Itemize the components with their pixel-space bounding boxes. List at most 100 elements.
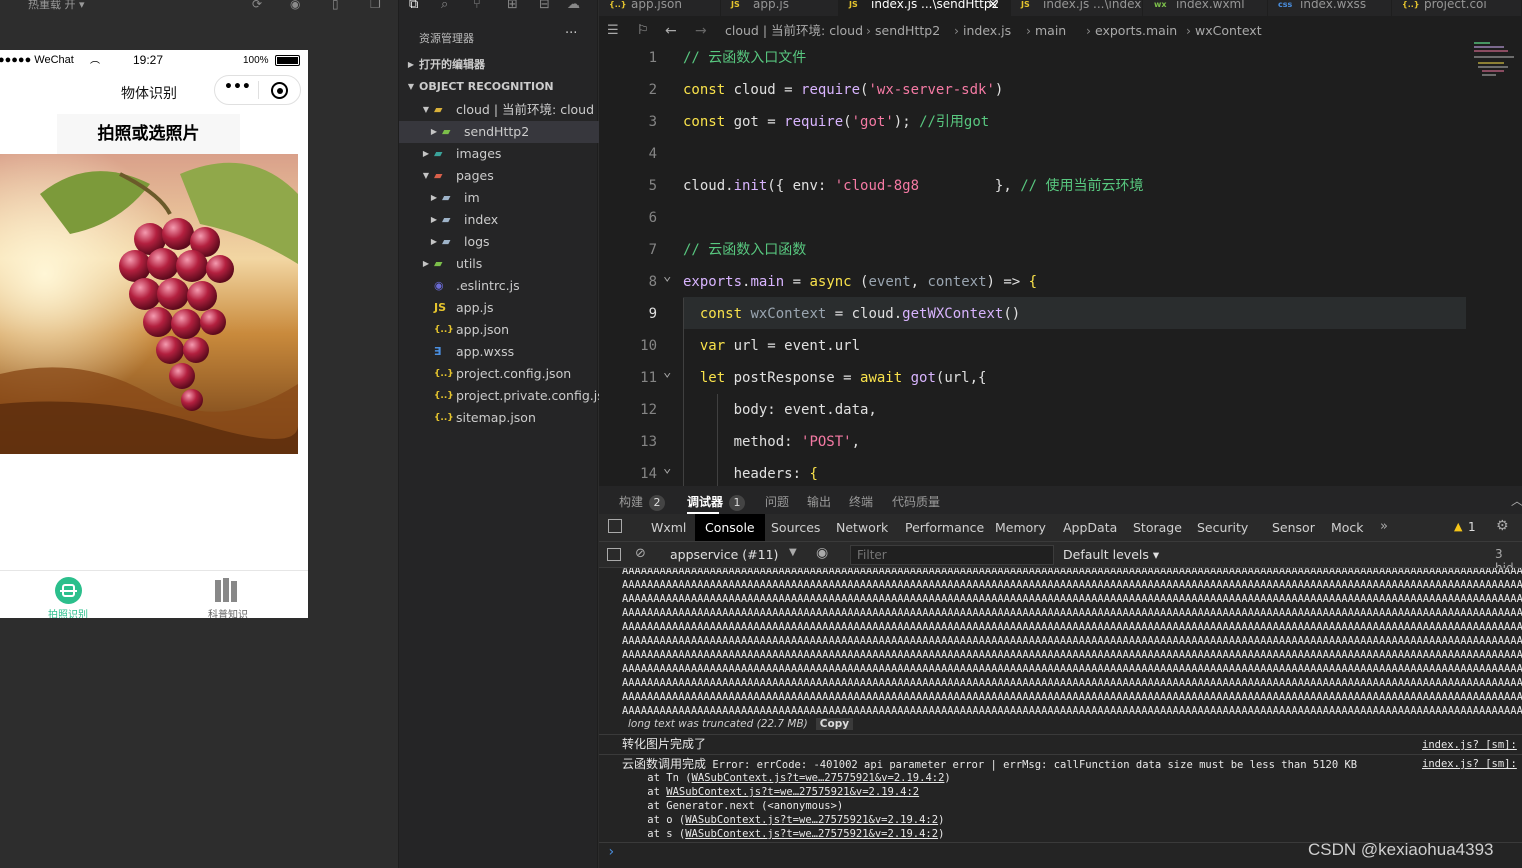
stack-link[interactable]: WASubContext.js?t=we…27575921&v=2.19.4:2 (685, 814, 938, 826)
chevron-right-icon[interactable]: ▶ (429, 187, 439, 209)
chevron-down-icon[interactable]: ▼ (421, 165, 431, 187)
stack-link[interactable]: WASubContext.js?t=we…27575921&v=2.19.4:2 (685, 828, 938, 840)
editor-tab[interactable]: JS app.js (721, 0, 839, 16)
editor-tab[interactable]: {..} project.coi (1392, 0, 1522, 16)
breadcrumb-item[interactable]: sendHttp2 (875, 19, 940, 43)
code-line[interactable]: 11 let postResponse = await got(url,{⌄ (599, 362, 1522, 394)
window-icon[interactable]: ❐ (370, 0, 384, 11)
editor-tab[interactable]: JS index.js ...\index (1011, 0, 1143, 16)
fold-chevron-icon[interactable]: ⌄ (663, 260, 671, 292)
chevron-right-icon[interactable]: ▶ (429, 121, 439, 143)
folder-item[interactable]: ▶ ▰ utils (399, 253, 599, 275)
stack-link[interactable]: WASubContext.js?t=we…27575921&v=2.19.4:2 (692, 772, 945, 784)
debug-icon[interactable]: ⊟ (539, 0, 550, 12)
open-editors-section[interactable]: ▶ 打开的编辑器 (399, 54, 599, 76)
devtools-tab-storage[interactable]: Storage (1133, 514, 1182, 541)
folder-item[interactable]: ▼ ▰ pages (399, 165, 599, 187)
more-tabs-icon[interactable]: » (1380, 519, 1388, 534)
devtools-tab-sensor[interactable]: Sensor (1272, 514, 1315, 541)
sidebar-toggle-icon[interactable] (607, 548, 621, 561)
clear-console-icon[interactable]: ⊘ (635, 546, 646, 561)
editor-tab[interactable]: wx index.wxml (1144, 0, 1268, 16)
code-line[interactable]: 3 const got = require('got'); //引用got (599, 106, 1522, 138)
folder-item[interactable]: ▼ ▰ cloud | 当前环境: cloud (399, 99, 599, 121)
search-icon[interactable]: ⌕ (441, 0, 448, 12)
source-link[interactable]: index.js? [sm]: (1422, 738, 1517, 752)
stack-link[interactable]: WASubContext.js?t=we…27575921&v=2.19.4:2 (666, 786, 919, 798)
folder-item[interactable]: ▶ ▰ index (399, 209, 599, 231)
devtools-tab-appdata[interactable]: AppData (1063, 514, 1117, 541)
folder-item[interactable]: ▶ ▰ sendHttp2 (399, 121, 599, 143)
more-actions-icon[interactable]: ··· (565, 26, 577, 41)
chevron-down-icon[interactable]: ▼ (789, 547, 797, 558)
chevron-down-icon[interactable]: ▼ (421, 99, 431, 121)
file-item[interactable]: ∃ app.wxss (399, 341, 599, 363)
chevron-right-icon[interactable]: ▶ (429, 231, 439, 253)
close-icon[interactable]: ✕ (988, 0, 998, 10)
cloud-icon[interactable]: ☁ (567, 0, 580, 12)
console-prompt[interactable]: › (607, 845, 615, 859)
breadcrumb-item[interactable]: index.js (963, 19, 1011, 43)
devtools-tab-console[interactable]: Console (695, 514, 765, 541)
copy-button[interactable]: Copy (815, 718, 854, 730)
file-item[interactable]: ◉ .eslintrc.js (399, 275, 599, 297)
devtools-tab-performance[interactable]: Performance (905, 514, 984, 541)
devtools-tab-sources[interactable]: Sources (771, 514, 820, 541)
project-section[interactable]: ▼ OBJECT RECOGNITION (399, 76, 599, 98)
log-levels-dropdown[interactable]: Default levels ▾ (1063, 547, 1159, 562)
code-line[interactable]: 10 var url = event.url (599, 330, 1522, 362)
chevron-right-icon[interactable]: ▶ (421, 253, 431, 275)
file-item[interactable]: JS app.js (399, 297, 599, 319)
editor-tab[interactable]: JS index.js ...\sendHttp2 ✕ (839, 0, 1011, 16)
warning-icon[interactable]: ▲ (1454, 520, 1462, 533)
hot-reload-toggle[interactable]: 热重载 开 ▾ (28, 0, 85, 12)
devtools-tab-mock[interactable]: Mock (1331, 514, 1364, 541)
back-icon[interactable]: ← (665, 19, 677, 43)
editor-tab[interactable]: {..} app.json (599, 0, 721, 16)
tab-science-knowledge[interactable]: 科普知识 (155, 571, 305, 618)
more-icon[interactable]: ••• (224, 79, 251, 95)
context-selector[interactable]: appservice (#11) (670, 547, 778, 562)
panel-tab[interactable]: 构建 2 (619, 493, 666, 511)
devtools-tab-wxml[interactable]: Wxml (651, 514, 686, 541)
chevron-right-icon[interactable]: ▶ (429, 209, 439, 231)
panel-tab[interactable]: 问题 (765, 493, 789, 510)
code-line[interactable]: 12 body: event.data, (599, 394, 1522, 426)
phone-icon[interactable]: ▯ (332, 0, 346, 11)
devtools-tab-security[interactable]: Security (1197, 514, 1248, 541)
code-line[interactable]: 2 const cloud = require('wx-server-sdk') (599, 74, 1522, 106)
take-photo-button[interactable]: 拍照或选照片 (57, 114, 240, 154)
panel-tab[interactable]: 调试器 1 (687, 493, 746, 514)
folder-item[interactable]: ▶ ▰ logs (399, 231, 599, 253)
tab-photo-recognition[interactable]: 拍照识别 (0, 571, 135, 618)
breadcrumb-item[interactable]: wxContext (1195, 19, 1262, 43)
file-item[interactable]: {..} project.config.json (399, 363, 599, 385)
panel-tab[interactable]: 终端 (849, 493, 873, 510)
git-icon[interactable]: ⑂ (473, 0, 481, 12)
code-line[interactable]: 4 (599, 138, 1522, 170)
bookmark-icon[interactable]: ⚐ (637, 19, 649, 43)
code-line[interactable]: 7 // 云函数入口函数 (599, 234, 1522, 266)
file-item[interactable]: {..} app.json (399, 319, 599, 341)
close-miniprogram-icon[interactable] (271, 82, 288, 99)
chevron-right-icon[interactable]: ▶ (421, 143, 431, 165)
file-item[interactable]: {..}project.private.config.js... (399, 385, 599, 407)
source-link[interactable]: index.js? [sm]: (1422, 757, 1517, 771)
breadcrumb-item[interactable]: main (1035, 19, 1066, 43)
code-line[interactable]: 8 exports.main = async (event, context) =… (599, 266, 1522, 298)
filter-input[interactable] (850, 545, 1054, 565)
fold-chevron-icon[interactable]: ⌄ (663, 452, 671, 484)
fold-chevron-icon[interactable]: ⌄ (663, 356, 671, 388)
panel-tab[interactable]: 代码质量 (892, 493, 940, 510)
code-line[interactable]: 6 (599, 202, 1522, 234)
code-line[interactable]: 9 const wxContext = cloud.getWXContext() (599, 298, 1522, 330)
inspect-icon[interactable] (608, 519, 622, 533)
breadcrumb-item[interactable]: cloud | 当前环境: cloud (725, 19, 863, 43)
code-line[interactable]: 1 // 云函数入口文件 (599, 42, 1522, 74)
extensions-icon[interactable]: ⊞ (507, 0, 518, 12)
refresh-icon[interactable]: ⟳ (252, 0, 266, 11)
code-line[interactable]: 5 cloud.init({ env: 'cloud-8g8 }, // 使用当前… (599, 170, 1522, 202)
editor-tab[interactable]: css index.wxss (1268, 0, 1392, 16)
panel-tab[interactable]: 输出 (807, 493, 831, 510)
files-icon[interactable]: ⧉ (409, 0, 418, 12)
